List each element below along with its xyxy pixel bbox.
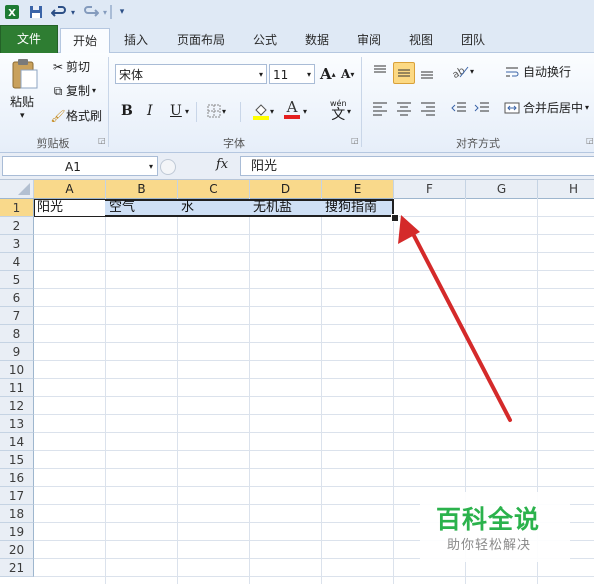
watermark: 百科全说 助你轻松解决	[420, 492, 570, 562]
watermark-subtitle: 助你轻松解决	[447, 538, 532, 553]
watermark-title: 百科全说	[436, 505, 541, 534]
